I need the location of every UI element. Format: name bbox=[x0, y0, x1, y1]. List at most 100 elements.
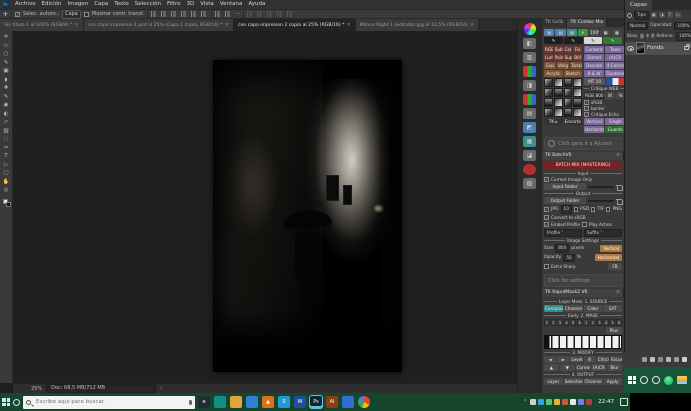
source-button[interactable]: Composite bbox=[544, 305, 563, 312]
tk-action-button[interactable]: Encarte bbox=[564, 118, 583, 125]
document-tab[interactable]: Milano Night 1 (editada).jpg al 12,5% (R… bbox=[356, 19, 479, 31]
modify-button[interactable]: ▲ bbox=[544, 364, 559, 371]
tool-icon[interactable]: ▢ bbox=[3, 170, 8, 177]
menu-item[interactable]: Archivo bbox=[12, 0, 39, 9]
tk-action-button[interactable]: Exp bbox=[544, 62, 556, 69]
color-swatches[interactable] bbox=[3, 199, 10, 206]
blend-mode-dropdown[interactable]: Normal bbox=[627, 22, 648, 31]
source-button[interactable]: Color bbox=[584, 305, 603, 312]
modify-button[interactable]: Focus bbox=[610, 356, 622, 363]
canvas-area[interactable] bbox=[13, 31, 517, 383]
document-tab[interactable]: con capa impresion 1.psd al 25% (Capa 1 … bbox=[84, 19, 234, 31]
tk-icon-button[interactable]: ▦ bbox=[612, 29, 622, 36]
trash-icon[interactable] bbox=[616, 184, 622, 190]
output-button[interactable]: Apply bbox=[603, 378, 622, 385]
click-for-settings-bar[interactable]: Click for settings bbox=[544, 274, 622, 287]
tool-icon[interactable]: ✑ bbox=[4, 145, 9, 152]
mask-preset-number[interactable]: 6 bbox=[616, 319, 622, 326]
tk-action-button[interactable]: RGBs bbox=[544, 46, 553, 53]
size-field[interactable]: 800 bbox=[555, 244, 569, 253]
horizontal-button[interactable]: Horizontal bbox=[595, 254, 622, 261]
tk-action-button[interactable]: B & W bbox=[584, 70, 604, 77]
document-tab[interactable]: Sin título-1 al 100% (RGB/8) * × bbox=[0, 19, 84, 31]
suffix-dropdown[interactable]: Suffix ˅ bbox=[584, 229, 622, 238]
close-tab-icon[interactable]: × bbox=[346, 22, 350, 28]
output-folder-button[interactable]: Output Folder bbox=[544, 197, 586, 204]
mask-preset-number[interactable]: 6 bbox=[577, 319, 583, 326]
extra-sharp-checkbox[interactable]: Extra Sharp bbox=[544, 264, 576, 269]
output-button[interactable]: Selection bbox=[564, 378, 583, 385]
panel-icon[interactable]: ◨ bbox=[523, 80, 536, 91]
taskbar-app-icon[interactable] bbox=[214, 396, 226, 408]
tk-action-button[interactable]: (A)CR bbox=[605, 54, 625, 61]
tk-icon-button[interactable]: 100% bbox=[589, 29, 599, 36]
jpg-checkbox[interactable] bbox=[544, 207, 549, 212]
layer-thumbnail[interactable] bbox=[636, 42, 645, 54]
tk-brush-button[interactable]: ✎ bbox=[584, 37, 603, 44]
psd-checkbox[interactable] bbox=[574, 207, 578, 212]
more-options-icon[interactable]: ⋯ bbox=[235, 11, 240, 17]
tk-action-button[interactable]: Paint bbox=[554, 54, 563, 61]
mask-preset-number[interactable]: 4 bbox=[603, 319, 609, 326]
tray-icon[interactable] bbox=[554, 399, 560, 405]
layers-tab[interactable]: Capas bbox=[625, 0, 652, 10]
tk-action-button[interactable]: Guards bbox=[605, 126, 625, 133]
panel-tab[interactable]: TK BatchV6 ≡ bbox=[542, 152, 624, 160]
jpg-quality-field[interactable]: 10 bbox=[561, 205, 572, 214]
tool-icon[interactable]: ▨ bbox=[3, 128, 8, 135]
tif-checkbox[interactable] bbox=[591, 207, 595, 212]
mask-thumbnails[interactable] bbox=[544, 78, 582, 117]
distribute-v-icon[interactable] bbox=[225, 11, 232, 17]
tk-brush-button[interactable]: ✎ bbox=[603, 37, 622, 44]
tray-icon[interactable] bbox=[650, 357, 655, 362]
align-middle-icon[interactable] bbox=[191, 11, 198, 17]
tk-action-button[interactable]: Vesg bbox=[557, 62, 569, 69]
tool-icon[interactable]: ◎ bbox=[4, 187, 9, 194]
tk-action-button[interactable]: Acrylic bbox=[544, 70, 563, 77]
png-checkbox[interactable] bbox=[606, 207, 610, 212]
tk-action-button[interactable]: Blif bbox=[573, 54, 582, 61]
tk-checkbox-row[interactable]: Critique Echo bbox=[584, 112, 625, 117]
close-tab-icon[interactable]: × bbox=[74, 22, 78, 28]
zoom-level[interactable]: 25% bbox=[31, 386, 42, 392]
tool-icon[interactable]: ○ bbox=[4, 51, 9, 58]
tk-icon-button[interactable]: ▤ bbox=[567, 29, 577, 36]
tool-icon[interactable]: ✋ bbox=[3, 179, 10, 186]
visibility-eye-icon[interactable] bbox=[627, 46, 634, 51]
search-input[interactable] bbox=[34, 398, 186, 406]
menu-item[interactable]: Imagen bbox=[64, 0, 91, 9]
taskbar-app-icon[interactable]: Ps bbox=[310, 396, 322, 408]
close-tab-icon[interactable]: × bbox=[225, 22, 229, 28]
tool-icon[interactable]: ✛ bbox=[4, 34, 9, 41]
panel-tab[interactable]: TK GoTo bbox=[542, 19, 567, 27]
tk-action-button[interactable]: Single bbox=[605, 118, 625, 125]
menu-item[interactable]: Edición bbox=[39, 0, 65, 9]
show-transform-checkbox[interactable] bbox=[84, 12, 89, 17]
notification-center-icon[interactable] bbox=[620, 398, 628, 406]
tk-action-button[interactable]: Vertical bbox=[584, 118, 604, 125]
distribute-h-icon[interactable] bbox=[215, 11, 222, 17]
tk-action-button[interactable]: Super bbox=[564, 54, 573, 61]
tk-action-button[interactable]: 4 Colors bbox=[605, 62, 625, 69]
opacity-value[interactable]: 100% bbox=[674, 22, 691, 31]
embed-profile-checkbox[interactable]: Embed Profile bbox=[544, 222, 580, 227]
taskbar-app-icon[interactable]: W bbox=[294, 396, 306, 408]
tray-icon[interactable] bbox=[586, 399, 592, 405]
output-folder-path[interactable] bbox=[588, 200, 614, 202]
fill-value[interactable]: 100% bbox=[676, 32, 691, 41]
document-tab[interactable]: con capa impresion 2 copia al 25% (RGB/1… bbox=[234, 19, 356, 31]
filter-adjust-icon[interactable]: ◑ bbox=[659, 12, 665, 18]
tk-action-button[interactable]: TK ▸ bbox=[544, 118, 563, 125]
tk-field[interactable]: W bbox=[605, 92, 615, 99]
panel-icon[interactable] bbox=[524, 23, 536, 35]
tk-brush-button[interactable]: ✎ bbox=[544, 37, 563, 44]
taskbar-app-icon[interactable]: e bbox=[198, 396, 210, 408]
tool-icon[interactable]: ▷ bbox=[4, 162, 8, 169]
tk-action-button[interactable]: Lum bbox=[544, 54, 553, 61]
plus-button[interactable]: Plus bbox=[606, 327, 622, 334]
convert-srgb-checkbox[interactable]: Convert to sRGB bbox=[544, 215, 622, 220]
panel-icon[interactable] bbox=[523, 94, 536, 105]
tray-icon[interactable] bbox=[658, 357, 663, 362]
tk-icon-button[interactable]: ▤ bbox=[544, 29, 554, 36]
tk-field[interactable]: 800 bbox=[595, 92, 605, 99]
